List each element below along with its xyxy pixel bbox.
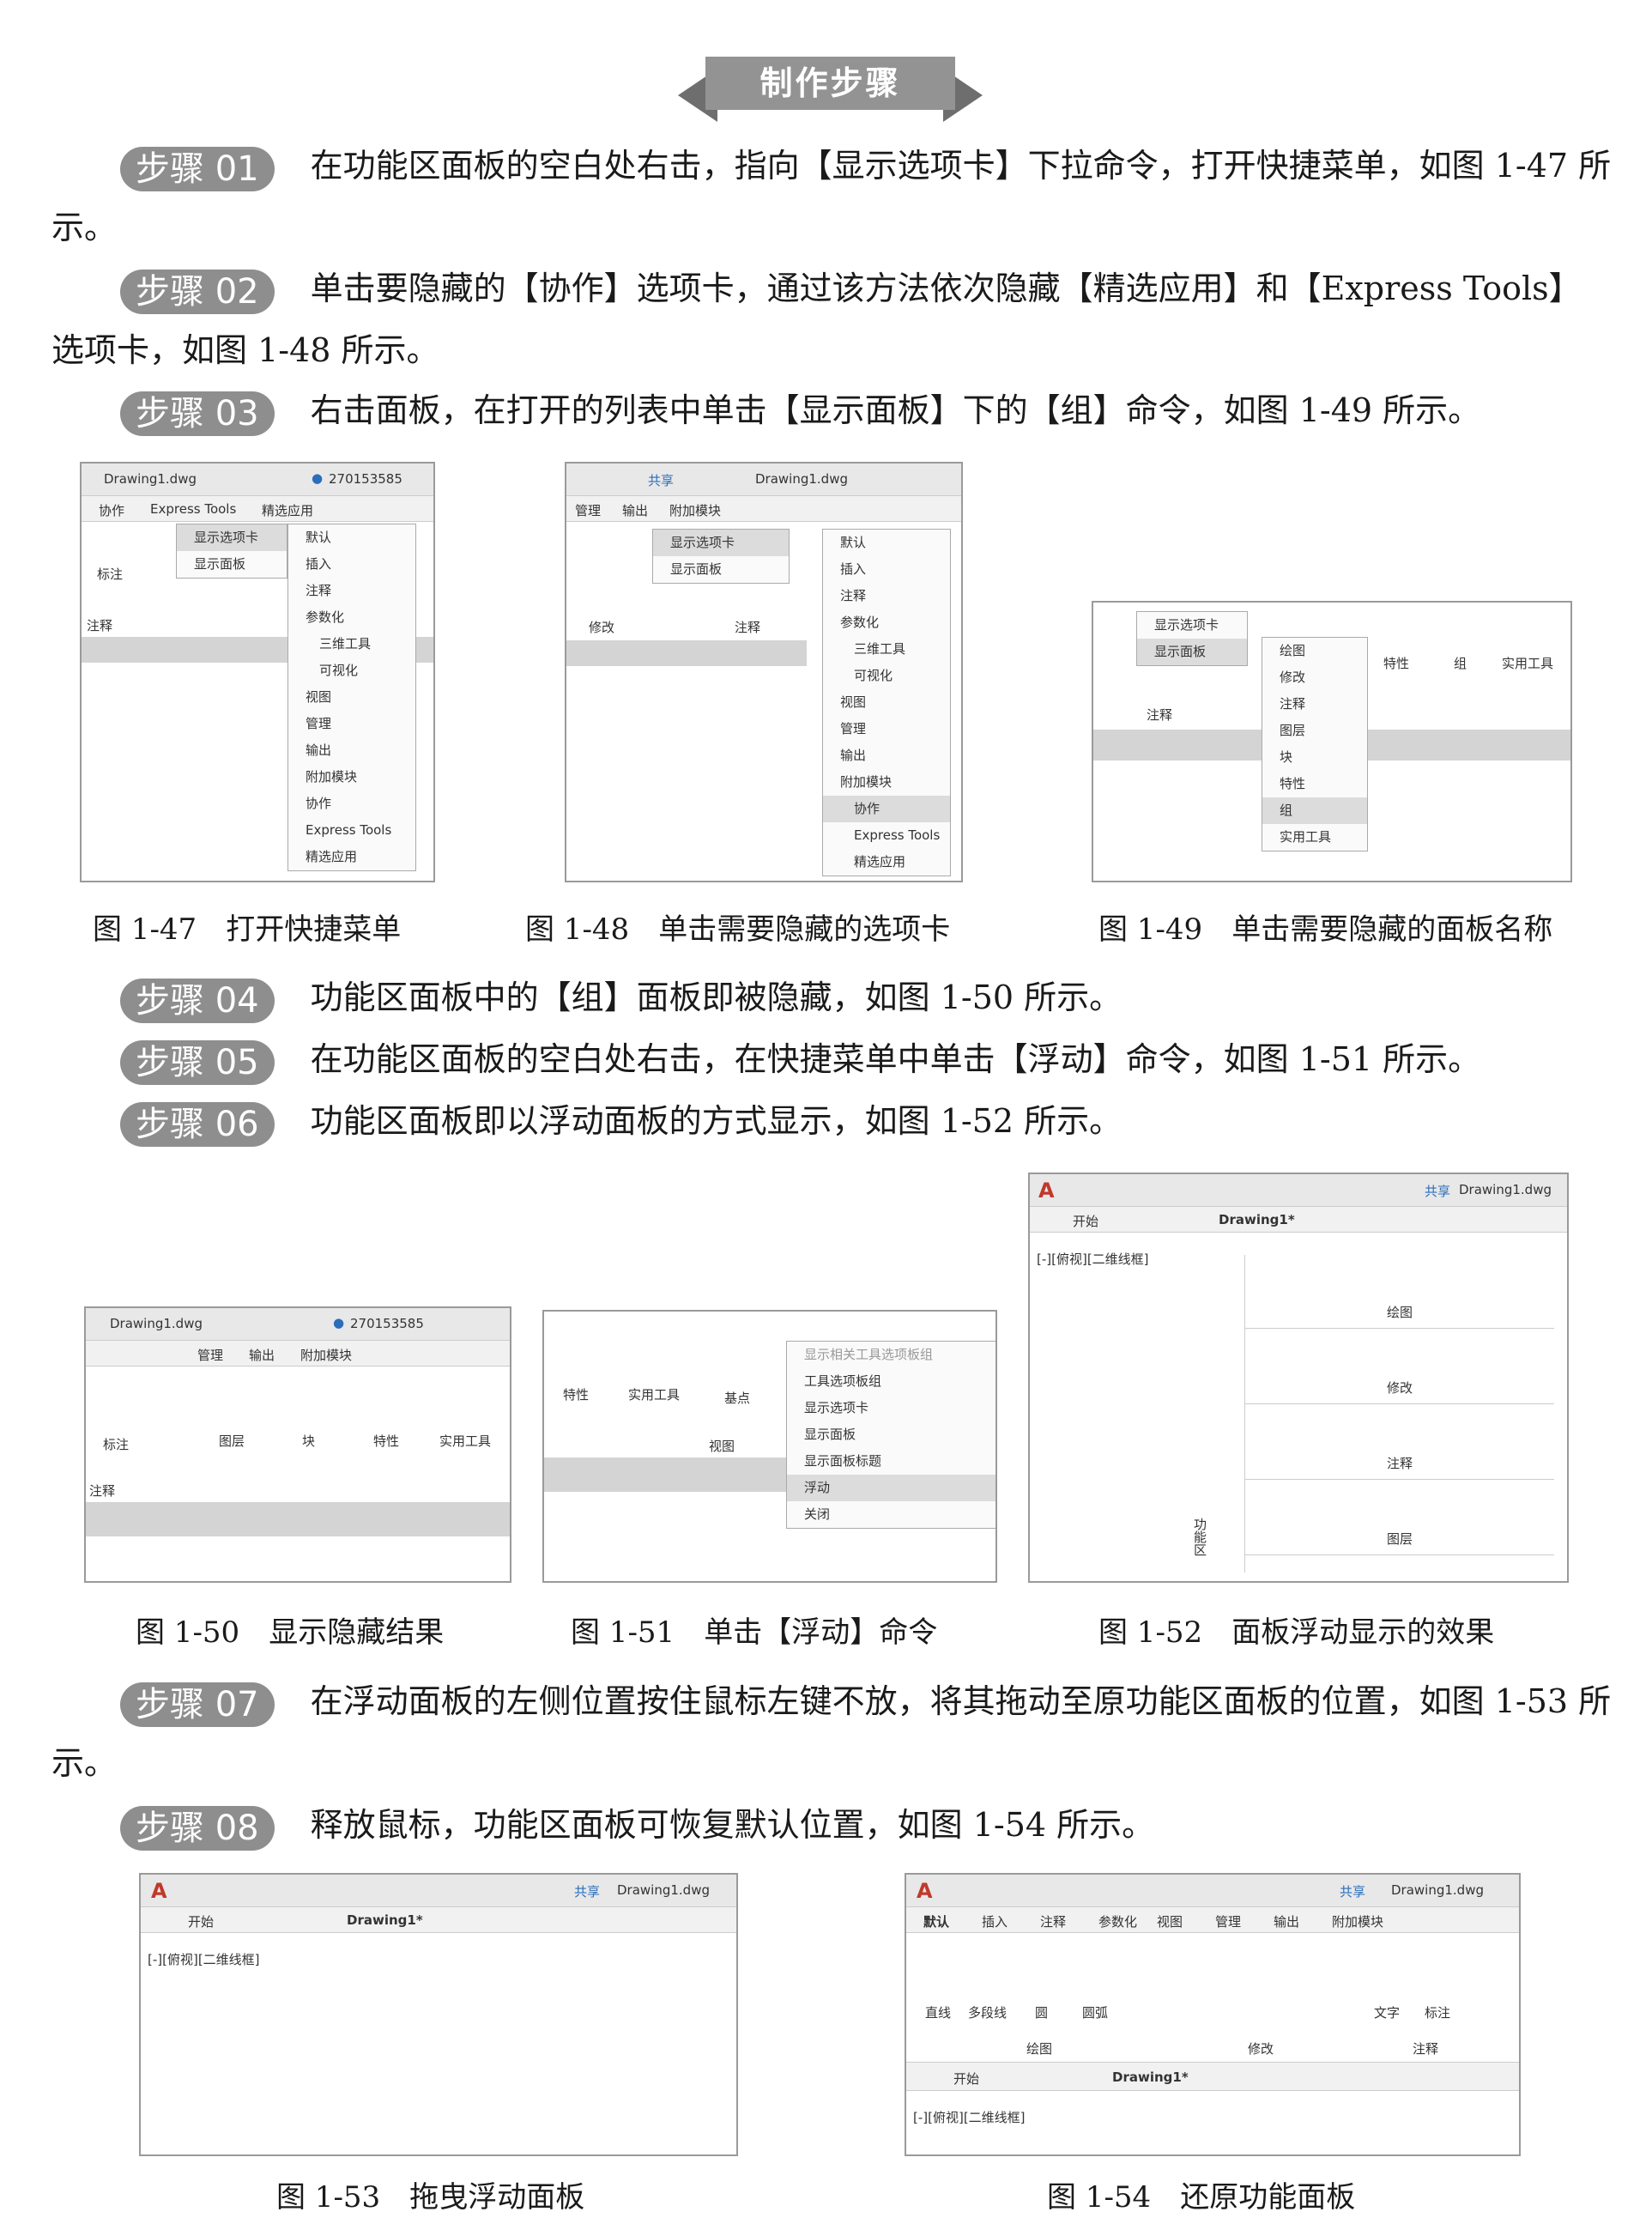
step-08: 步骤 08 释放鼠标，功能区面板可恢复默认位置，如图 1-54 所示。 [51, 1794, 1613, 1856]
figure-1-49: 显示选项卡 显示面板 注释 特性 组 实用工具 绘图 修改 注释 图层块特性组实用工具 [1092, 601, 1572, 882]
menu-item[interactable]: 显示面板 [787, 1421, 995, 1448]
side-label: 功能区 [1192, 1518, 1207, 1556]
menu-item[interactable]: 显示选项卡 [787, 1395, 995, 1421]
ribbon-tab[interactable]: 插入 [982, 1912, 1008, 1930]
figure-1-50: Drawing1.dwg ● 270153585 管理 输出 附加模块 标注 图层 … [84, 1306, 511, 1583]
float-panel[interactable]: 图层 [1245, 1482, 1554, 1555]
figure-1-52: A 共享 Drawing1.dwg 开始 Drawing1* [-][俯视][二维线… [1028, 1173, 1569, 1583]
menu-item[interactable]: 显示相关工具选项板组 [787, 1342, 995, 1368]
ribbon-tab[interactable]: 管理 [1215, 1912, 1241, 1930]
caption-1-52: 图 1-52 面板浮动显示的效果 [1098, 1615, 1495, 1650]
ribbon-tab[interactable]: 参数化 [1098, 1912, 1137, 1930]
caption-1-53: 图 1-53 拖曳浮动面板 [276, 2180, 585, 2215]
caption-1-48: 图 1-48 单击需要隐藏的选项卡 [525, 912, 951, 947]
menu-item[interactable]: 注释 [288, 578, 415, 604]
step-badge: 步骤 06 [120, 1101, 275, 1147]
menu-item[interactable]: 实用工具 [1262, 824, 1367, 851]
ribbon-tab[interactable]: 附加模块 [1332, 1912, 1383, 1930]
float-panel[interactable]: 注释 [1245, 1406, 1554, 1480]
caption-1-49: 图 1-49 单击需要隐藏的面板名称 [1098, 912, 1553, 947]
step-badge: 步骤 04 [120, 978, 275, 1023]
menu-item[interactable]: 管理 [288, 711, 415, 737]
figure-1-53: A 共享 Drawing1.dwg 开始 Drawing1* [-][俯视][二维线… [139, 1873, 738, 2156]
tabs-submenu: 默认 插入 注释 参数化 三维工具 可视化 视图 管理 输出 附加模块 协作 Express Tool… [822, 529, 951, 876]
step-07: 步骤 07 在浮动面板的左侧位置按住鼠标左键不放，将其拖动至原功能区面板的位置，如… [51, 1682, 1612, 1782]
menu-item[interactable]: 块 [1262, 744, 1367, 771]
menu-item[interactable]: 浮动 [787, 1475, 995, 1501]
menu-item[interactable]: 插入 [823, 556, 950, 583]
menu-item[interactable]: 附加模块 [288, 764, 415, 791]
menu-item[interactable]: 可视化 [823, 663, 950, 689]
tabs-submenu: 默认 插入 注释 参数化 三维工具 可视化 视图 管理 输出 附加模块 协作 Express Tool… [287, 524, 416, 871]
menu-item[interactable]: 输出 [823, 742, 950, 769]
step-04: 步骤 04 功能区面板中的【组】面板即被隐藏，如图 1-50 所示。 [51, 967, 1613, 1028]
menu-item[interactable]: 显示面板标题 [787, 1448, 995, 1475]
menu-item[interactable]: 参数化 [288, 604, 415, 631]
menu-item[interactable]: 视图 [823, 689, 950, 716]
ribbon-tab[interactable]: 视图 [1157, 1912, 1183, 1930]
ribbon-tab[interactable]: 默认 [923, 1912, 949, 1930]
float-panel[interactable]: 修改 [1245, 1330, 1554, 1404]
step-badge: 步骤 07 [120, 1682, 275, 1727]
step-06: 步骤 06 功能区面板即以浮动面板的方式显示，如图 1-52 所示。 [51, 1090, 1613, 1152]
menu-item[interactable]: 精选应用 [288, 844, 415, 870]
step-03: 步骤 03 右击面板，在打开的列表中单击【显示面板】下的【组】命令，如图 1-49… [51, 379, 1613, 441]
menu-item[interactable]: 管理 [823, 716, 950, 742]
menu-item[interactable]: 默认 [823, 530, 950, 556]
menu-item[interactable]: 协作 [288, 791, 415, 817]
menu-item[interactable]: 精选应用 [823, 849, 950, 876]
step-badge: 步骤 08 [120, 1805, 275, 1851]
step-badge: 步骤 03 [120, 391, 275, 436]
user-icon: ● [312, 470, 324, 486]
show-menu: 显示选项卡 显示面板 [176, 524, 287, 579]
menu-item[interactable]: 三维工具 [823, 636, 950, 663]
menu-item[interactable]: 特性 [1262, 771, 1367, 797]
menu-item[interactable]: 工具选项板组 [787, 1368, 995, 1395]
menu-item[interactable]: Express Tools [288, 817, 415, 844]
ribbon-tab[interactable]: 输出 [1274, 1912, 1299, 1930]
caption-1-50: 图 1-50 显示隐藏结果 [136, 1615, 445, 1650]
step-01: 步骤 01 在功能区面板的空白处右击，指向【显示选项卡】下拉命令，打开快捷菜单，如… [51, 146, 1612, 246]
figure-1-48: 共享 Drawing1.dwg 管理 输出 附加模块 修改 注释 显示选项卡 显示… [565, 462, 963, 882]
step-badge: 步骤 05 [120, 1039, 275, 1085]
menu-item[interactable]: 三维工具 [288, 631, 415, 657]
menu-item[interactable]: 图层 [1262, 718, 1367, 744]
caption-1-47: 图 1-47 打开快捷菜单 [93, 912, 402, 947]
menu-item[interactable]: 修改 [1262, 664, 1367, 691]
panels-submenu: 绘图 修改 注释 图层块特性组实用工具 [1262, 637, 1368, 851]
menu-item[interactable]: 注释 [823, 583, 950, 609]
step-05: 步骤 05 在功能区面板的空白处右击，在快捷菜单中单击【浮动】命令，如图 1-51… [51, 1028, 1613, 1090]
step-02: 步骤 02 单击要隐藏的【协作】选项卡，通过该方法依次隐藏【精选应用】和【Expr… [51, 269, 1582, 369]
step-badge: 步骤 01 [120, 146, 275, 191]
figure-1-54: A 共享 Drawing1.dwg 默认 插入 注释 参数化 视图 管理 输出 附加模块 直线 多… [905, 1873, 1521, 2156]
menu-item[interactable]: 附加模块 [823, 769, 950, 796]
show-menu: 显示选项卡 显示面板 [652, 529, 790, 584]
section-title: 制作步骤 [705, 57, 955, 110]
section-header-ribbon: 制作步骤 [678, 57, 983, 122]
menu-item[interactable]: Express Tools [823, 822, 950, 849]
menu-item[interactable]: 默认 [288, 524, 415, 551]
user-icon: ● [333, 1315, 345, 1330]
menu-item[interactable]: 绘图 [1262, 638, 1367, 664]
ribbon-tab[interactable]: 注释 [1040, 1912, 1066, 1930]
menu-item[interactable]: 可视化 [288, 657, 415, 684]
context-menu: 显示相关工具选项板组 工具选项板组 显示选项卡 显示面板 显示面板标题 浮动 关闭 [786, 1341, 995, 1529]
menu-item[interactable]: 注释 [1262, 691, 1367, 718]
menu-item[interactable]: 协作 [823, 796, 950, 822]
menu-item[interactable]: 输出 [288, 737, 415, 764]
float-panel[interactable]: 绘图 [1245, 1255, 1554, 1329]
menu-item[interactable]: 视图 [288, 684, 415, 711]
caption-1-54: 图 1-54 还原功能面板 [1047, 2180, 1356, 2215]
figure-1-47: Drawing1.dwg ● 270153585 协作 Express Tools … [80, 462, 435, 882]
menu-item[interactable]: 关闭 [787, 1501, 995, 1528]
figure-1-51: 特性 实用工具 基点 视图 显示相关工具选项板组 工具选项板组 显示选项卡 显示面板显… [542, 1310, 997, 1583]
show-menu: 显示选项卡 显示面板 [1136, 611, 1248, 666]
menu-item[interactable]: 插入 [288, 551, 415, 578]
step-badge: 步骤 02 [120, 269, 275, 314]
menu-item[interactable]: 参数化 [823, 609, 950, 636]
menu-item[interactable]: 组 [1262, 797, 1367, 824]
caption-1-51: 图 1-51 单击【浮动】命令 [571, 1615, 938, 1650]
